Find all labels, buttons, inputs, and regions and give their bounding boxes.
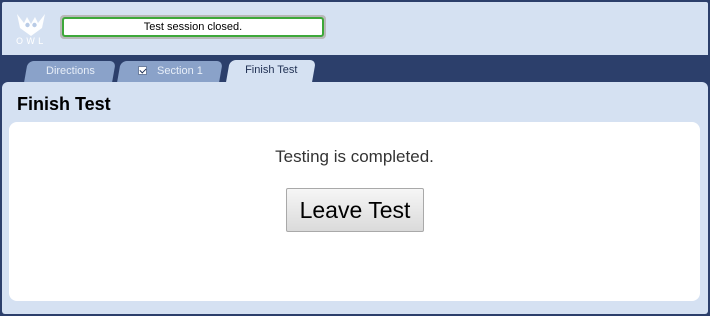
tab-section-1[interactable]: Section 1	[117, 61, 223, 82]
tab-section-1-label: Section 1	[156, 65, 203, 77]
tab-finish-test[interactable]: Finish Test	[226, 60, 316, 82]
status-box: Test session closed.	[60, 15, 326, 39]
status-message: Test session closed.	[62, 17, 324, 37]
leave-test-button[interactable]: Leave Test	[286, 188, 424, 232]
panel-title: Finish Test	[17, 94, 111, 114]
tab-directions[interactable]: Directions	[24, 61, 116, 82]
finish-test-panel: Finish Test Testing is completed. Leave …	[2, 82, 708, 314]
completion-message: Testing is completed.	[275, 147, 434, 166]
header-bar: OWL Test session closed.	[2, 2, 708, 55]
tab-finish-test-label: Finish Test	[244, 64, 298, 76]
checkbox-checked-icon	[137, 66, 147, 75]
content-area: Testing is completed. Leave Test	[9, 122, 700, 301]
owl-logo-icon: OWL	[11, 12, 51, 48]
tab-directions-label: Directions	[45, 65, 95, 77]
logo-text: OWL	[16, 37, 46, 47]
